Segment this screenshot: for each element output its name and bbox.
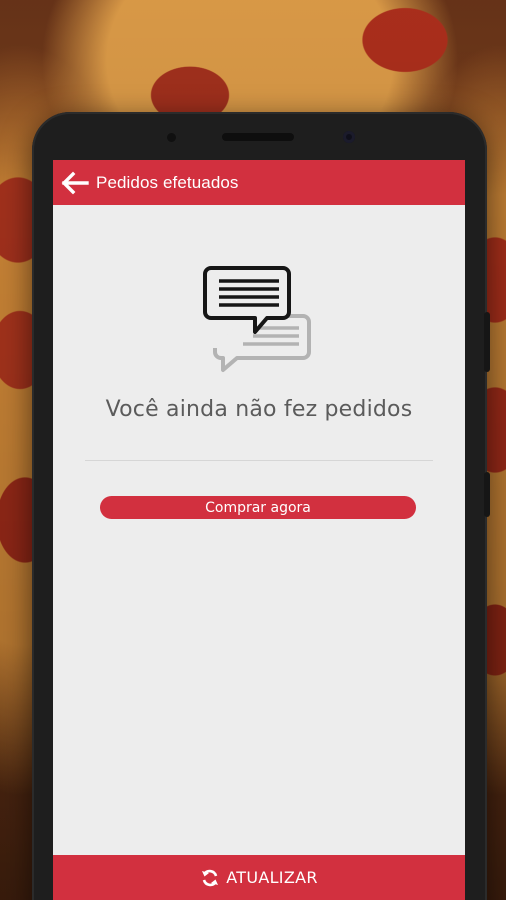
phone-sensor [167,133,176,142]
chat-bubbles-icon [203,266,311,372]
phone-volume-button [484,472,490,517]
empty-state-message: Você ainda não fez pedidos [105,397,413,422]
phone-power-button [484,312,490,372]
back-button[interactable] [55,160,95,205]
refresh-label: ATUALIZAR [226,868,318,887]
refresh-icon [202,869,219,886]
refresh-button[interactable]: ATUALIZAR [53,855,465,900]
page-title: Pedidos efetuados [96,172,239,192]
phone-speaker [222,133,294,141]
buy-now-button[interactable]: Comprar agora [100,496,416,519]
app-screen: Pedidos efetuados Você ainda não fez ped… [53,160,465,900]
app-bar: Pedidos efetuados [53,160,465,205]
phone-camera [343,131,355,143]
arrow-left-icon [61,171,89,194]
divider [85,460,433,461]
